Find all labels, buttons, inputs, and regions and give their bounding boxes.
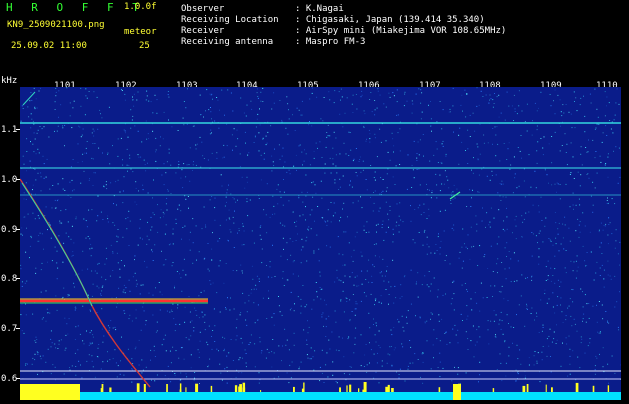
y-tick-label: 1.0	[1, 175, 17, 185]
date-time: 25.09.02 11:00	[11, 41, 87, 52]
info-label: Receiver	[181, 26, 295, 37]
info-value: : K.Nagai	[295, 4, 344, 14]
meteor-label: meteor	[124, 27, 157, 38]
info-label: Observer	[181, 4, 295, 15]
info-row-antenna: Receiving antenna: Maspro FM-3	[181, 37, 365, 48]
file-name: KN9_2509021100.png	[7, 20, 105, 31]
meteor-count: 25	[139, 41, 150, 52]
info-value: : AirSpy mini (Miakejima VOR 108.65MHz)	[295, 26, 506, 36]
info-label: Receiving Location	[181, 15, 295, 26]
y-tick-label: 0.6	[1, 374, 17, 384]
info-row-location: Receiving Location: Chigasaki, Japan (13…	[181, 15, 485, 26]
info-value: : Maspro FM-3	[295, 37, 365, 47]
y-tick-label: 0.9	[1, 225, 17, 235]
header-panel: H R O F F T 1.0.0f KN9_2509021100.png me…	[0, 0, 629, 76]
info-value: : Chigasaki, Japan (139.414 35.340)	[295, 15, 485, 25]
y-tick-label: 1.1	[1, 125, 17, 135]
info-row-receiver: Receiver: AirSpy mini (Miakejima VOR 108…	[181, 26, 506, 37]
info-row-observer: Observer: K.Nagai	[181, 4, 344, 15]
spectrogram-canvas	[20, 87, 621, 400]
spectrogram-plot	[20, 87, 621, 400]
version-label: 1.0.0f	[124, 2, 157, 13]
y-axis-unit: kHz	[1, 76, 17, 87]
spectrum-background	[20, 87, 621, 400]
y-tick-label: 0.7	[1, 324, 17, 334]
info-label: Receiving antenna	[181, 37, 295, 48]
y-tick-label: 0.8	[1, 274, 17, 284]
